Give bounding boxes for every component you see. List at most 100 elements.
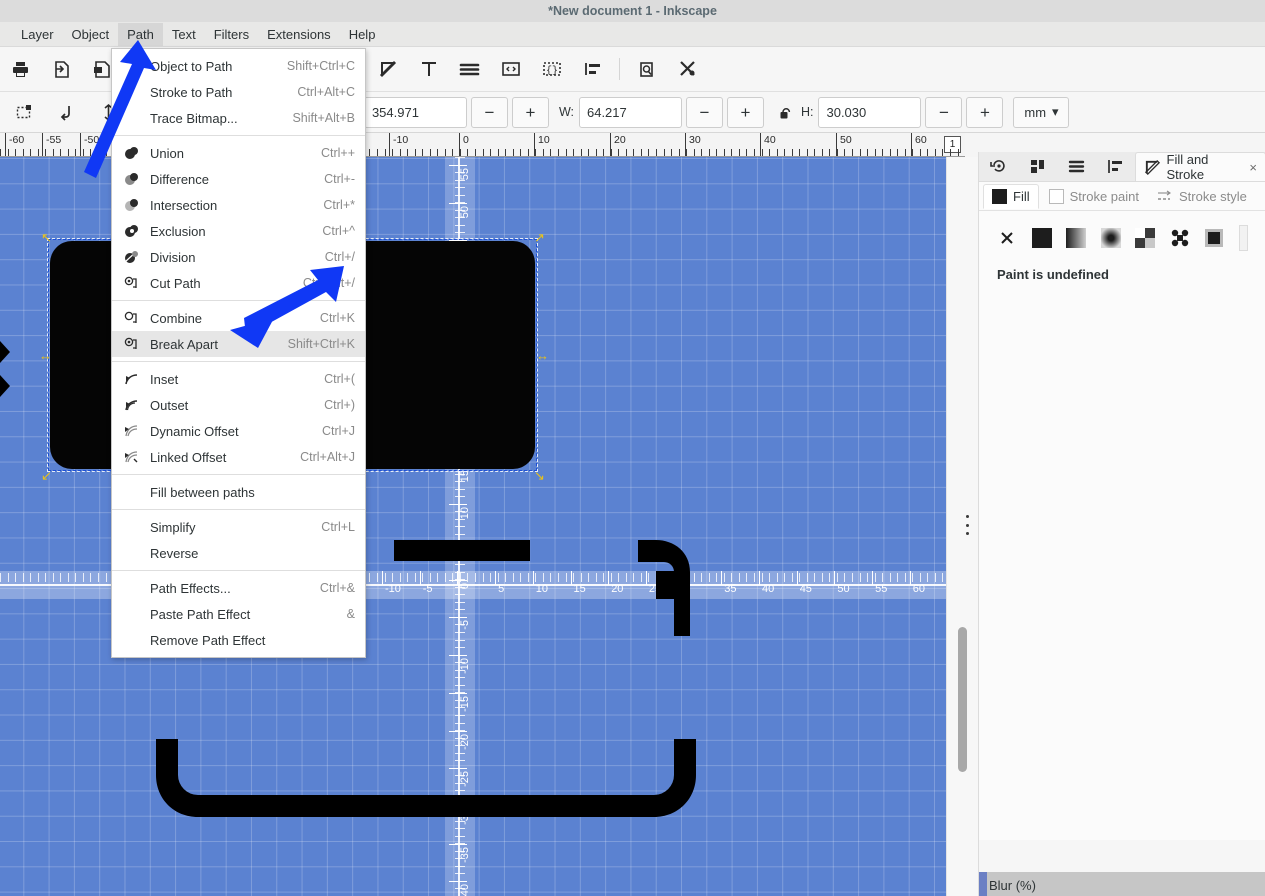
menu-item-division[interactable]: Division Ctrl+/ [112,244,365,270]
u-shaped-path[interactable] [156,739,696,817]
preferences-icon[interactable] [671,53,704,86]
text-and-font-icon[interactable] [412,53,445,86]
canvas-vertical-scrollbar[interactable] [946,157,978,896]
menu-item-object-to-path[interactable]: Object to Path Shift+Ctrl+C [112,53,365,79]
radial-gradient-icon[interactable] [1100,227,1122,249]
selection-handle-nw[interactable]: ↖ [41,231,52,244]
h-input[interactable] [818,96,922,128]
w-increment-button[interactable]: + [726,96,764,128]
scrollbar-thumb[interactable] [958,627,967,772]
selection-handle-e[interactable]: ↔ [536,349,549,362]
dock-tab-undo-history[interactable] [979,152,1018,181]
blur-slider[interactable]: Blur (%) [979,872,1265,896]
menu-item-stroke-to-path[interactable]: Stroke to Path Ctrl+Alt+C [112,79,365,105]
h-decrement-button[interactable]: − [925,96,963,128]
paint-overflow-button[interactable] [1238,225,1248,251]
flat-color-icon[interactable] [1031,227,1053,249]
canvas-ruler-minor-tick [558,573,559,582]
no-paint-icon[interactable] [997,227,1018,249]
canvas-ruler-minor-tick [626,573,627,582]
dock-tab-layers[interactable] [1057,152,1096,181]
print-icon[interactable] [4,53,37,86]
menu-item-dynamic-offset[interactable]: Dynamic Offset Ctrl+J [112,418,365,444]
align-distribute-icon[interactable] [576,53,609,86]
canvas-ruler-minor-tick [927,573,928,582]
h-increment-button[interactable]: + [966,96,1004,128]
canvas-ruler-minor-tick [792,573,793,582]
menu-item-break-apart[interactable]: Break Apart Shift+Ctrl+K [112,331,365,357]
y-input[interactable] [363,96,467,128]
w-decrement-button[interactable]: − [685,96,723,128]
canvas-ruler-minor-tick [852,573,853,582]
canvas-ruler-minor-tick [905,573,906,582]
selection-handle-ne[interactable]: ↗ [534,231,545,244]
menu-item-trace-bitmap[interactable]: Trace Bitmap... Shift+Alt+B [112,105,365,131]
canvas-vruler-minor-tick [455,647,465,648]
rotate-90-ccw-icon[interactable] [48,97,84,127]
menubar-item-path[interactable]: Path [118,22,163,46]
tab-fill[interactable]: Fill [983,183,1039,209]
menu-item-intersection[interactable]: Intersection Ctrl+* [112,192,365,218]
unknown-paint-icon[interactable] [1204,227,1225,249]
menu-item-difference[interactable]: Difference Ctrl+- [112,166,365,192]
layers-icon[interactable] [453,53,486,86]
menu-item-linked-offset[interactable]: Linked Offset Ctrl+Alt+J [112,444,365,470]
menu-item-simplify[interactable]: Simplify Ctrl+L [112,514,365,540]
menu-item-inset[interactable]: Inset Ctrl+( [112,366,365,392]
select-all-icon[interactable] [6,97,42,127]
menu-item-shortcut: Ctrl+& [319,581,355,595]
pattern-icon[interactable] [1135,227,1156,249]
document-properties-icon[interactable] [630,53,663,86]
menu-item-path-effects[interactable]: Path Effects... Ctrl+& [112,575,365,601]
canvas-ruler-minor-tick [867,573,868,582]
linear-gradient-icon[interactable] [1066,227,1087,249]
canvas-ruler-minor-tick [8,573,9,582]
units-select[interactable]: mm ▾ [1013,96,1070,128]
close-icon[interactable]: × [1249,160,1257,175]
unlocked-padlock-icon[interactable] [778,104,795,121]
selectors-icon[interactable]: {} [535,53,568,86]
selection-handle-se[interactable]: ↘ [534,469,545,482]
ruler-minor-tick [0,149,1,156]
menu-item-exclusion[interactable]: Exclusion Ctrl+^ [112,218,365,244]
canvas-ruler-major-tick [872,571,874,585]
menubar-item-layer[interactable]: Layer [12,23,63,46]
menu-item-reverse[interactable]: Reverse [112,540,365,566]
menu-item-fill-between-paths[interactable]: Fill between paths [112,479,365,505]
y-decrement-button[interactable]: − [470,96,508,128]
tab-stroke-paint[interactable]: Stroke paint [1041,185,1147,208]
menubar-item-help[interactable]: Help [340,23,385,46]
menubar-item-extensions[interactable]: Extensions [258,23,340,46]
canvas-vruler-minor-tick [455,707,465,708]
selection-handle-sw[interactable]: ↙ [41,469,52,482]
xml-editor-icon[interactable] [494,53,527,86]
corner-path-shape[interactable] [638,540,696,636]
swatch-icon[interactable] [1170,227,1191,249]
menu-item-paste-path-effect[interactable]: Paste Path Effect & [112,601,365,627]
menubar-item-text[interactable]: Text [163,23,205,46]
y-increment-button[interactable]: + [511,96,549,128]
canvas-ruler-minor-tick [844,573,845,582]
horizontal-bar-shape[interactable] [394,540,530,561]
menu-item-outset[interactable]: Outset Ctrl+) [112,392,365,418]
dock-resize-grip[interactable] [963,515,972,535]
w-spinner[interactable]: − + [578,96,764,128]
y-spinner[interactable]: − + [363,96,549,128]
ruler-minor-tick [558,149,559,156]
selection-handle-w[interactable]: ↔ [39,349,52,362]
dock-tab-align[interactable] [1096,152,1135,181]
dock-tab-fill-and-stroke[interactable]: Fill and Stroke × [1134,152,1265,182]
h-spinner[interactable]: − + [818,96,1004,128]
import-icon[interactable] [45,53,78,86]
dock-tab-objects[interactable] [1018,152,1057,181]
tab-stroke-style[interactable]: Stroke style [1149,185,1255,208]
menubar-item-object[interactable]: Object [63,23,119,46]
menu-item-combine[interactable]: Combine Ctrl+K [112,305,365,331]
fill-stroke-icon[interactable] [371,53,404,86]
w-input[interactable] [578,96,682,128]
menubar-item-filters[interactable]: Filters [205,23,258,46]
menu-item-cut-path[interactable]: Cut Path Ctrl+Alt+/ [112,270,365,296]
menu-item-union[interactable]: Union Ctrl++ [112,140,365,166]
menu-item-remove-path-effect[interactable]: Remove Path Effect [112,627,365,653]
ruler-tick-label: 60 [915,134,927,146]
